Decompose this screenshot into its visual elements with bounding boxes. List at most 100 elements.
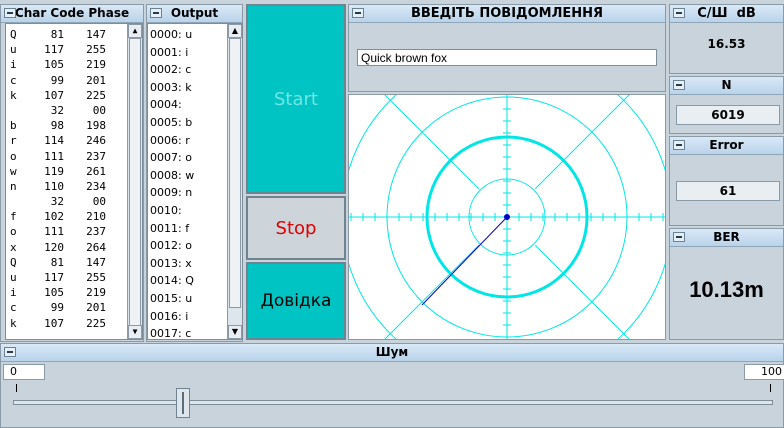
code-cell: 114 [44,134,64,148]
collapse-icon[interactable] [673,80,685,90]
char-code-row[interactable]: r 114 246 [10,133,126,148]
char-code-row[interactable]: i 105 219 [10,57,126,72]
collapse-icon[interactable] [4,347,16,357]
help-button[interactable]: Довідка [246,262,346,340]
scroll-thumb[interactable] [229,38,241,308]
output-row[interactable]: 0016: i [150,308,226,326]
char-code-row[interactable]: k 107 225 [10,88,126,103]
output-row[interactable]: 0004: [150,96,226,114]
char-code-row[interactable]: 32 00 [10,194,126,209]
char-code-row[interactable]: f 102 210 [10,209,126,224]
char-code-row[interactable]: 32 00 [10,103,126,118]
output-row[interactable]: 0000: u [150,26,226,44]
output-row[interactable]: 0017: c [150,325,226,339]
collapse-icon[interactable] [673,140,685,150]
message-panel: ВВЕДІТЬ ПОВІДОМЛЕННЯ [348,4,666,92]
char-cell: n [10,179,17,193]
phase-cell: 246 [86,134,106,148]
noise-title-bar: Шум [1,344,783,362]
char-cell: i [10,286,17,300]
noise-min-field[interactable]: 0 [3,364,45,380]
char-cell: u [10,43,17,57]
phase-cell: 237 [86,225,106,239]
phase-cell: 255 [86,271,106,284]
collapse-icon[interactable] [352,8,364,18]
char-code-row[interactable]: Q 81 147 [10,27,126,42]
noise-title: Шум [375,345,409,359]
phase-cell: 201 [86,73,106,87]
char-code-row[interactable]: k 107 225 [10,316,126,331]
output-row[interactable]: 0015: u [150,290,226,308]
n-title: N [721,78,732,92]
noise-slider-thumb[interactable] [175,388,190,418]
scroll-down-icon[interactable]: ▼ [128,325,142,339]
char-cell: w [10,164,17,178]
char-cell: i [10,58,17,72]
phase-cell: 00 [92,195,106,209]
snr-title: С/Ш dB [697,6,756,21]
char-code-row[interactable]: u 117 255 [10,42,126,57]
phase-cell: 201 [86,301,106,315]
phase-cell: 00 [92,103,106,117]
char-code-row[interactable]: Q 81 147 [10,255,126,270]
noise-max-value: 100 [761,365,782,378]
output-row[interactable]: 0009: n [150,184,226,202]
noise-slider-track[interactable] [13,400,773,405]
char-code-list[interactable]: Q 81 147 u 117 255 i 105 219 c 99 201 k 107 225 32 00 b 98… [5,23,143,340]
output-row[interactable]: 0007: o [150,149,226,167]
output-list[interactable]: 0000: u 0001: i 0002: c 0003: k 0004: 0005: b… [147,23,243,340]
scroll-up-icon[interactable]: ▲ [128,24,142,38]
phase-cell: 225 [86,88,106,102]
char-code-row[interactable]: n 110 234 [10,179,126,194]
start-button[interactable]: Start [246,4,346,194]
output-row[interactable]: 0005: b [150,114,226,132]
output-row[interactable]: 0014: Q [150,272,226,290]
output-scrollbar[interactable]: ▲ ▼ [227,24,242,339]
char-code-title-bar: Char Code Phase [1,5,143,23]
output-row[interactable]: 0012: o [150,237,226,255]
output-row[interactable]: 0008: w [150,167,226,185]
char-code-title: Char Code Phase [14,6,130,20]
char-code-row[interactable]: i 105 219 [10,285,126,300]
phase-cell: 237 [86,149,106,163]
output-row[interactable]: 0011: f [150,220,226,238]
char-code-row[interactable]: b 98 198 [10,118,126,133]
char-cell: c [10,301,17,315]
output-row[interactable]: 0006: r [150,132,226,150]
noise-min-value: 0 [10,365,17,378]
noise-max-field[interactable]: 100 [744,364,784,380]
code-cell: 32 [50,103,64,117]
phase-cell: 147 [86,28,106,41]
output-row[interactable]: 0003: k [150,79,226,97]
char-code-row[interactable]: c 99 201 [10,300,126,315]
char-code-scrollbar[interactable]: ▲ ▼ [127,24,142,339]
char-code-row[interactable]: u 117 255 [10,270,126,285]
phase-cell: 261 [86,164,106,178]
message-input[interactable] [357,49,657,66]
char-cell: k [10,316,17,330]
char-code-row[interactable]: x 120 264 [10,240,126,255]
ber-title: BER [713,230,740,244]
output-row[interactable]: 0010: [150,202,226,220]
char-code-row[interactable]: w 119 261 [10,164,126,179]
output-row[interactable]: 0013: x [150,255,226,273]
char-cell: r [10,134,17,148]
scroll-up-icon[interactable]: ▲ [228,24,242,38]
collapse-icon[interactable] [150,8,162,18]
char-cell: c [10,73,17,87]
char-code-panel: Char Code Phase Q 81 147 u 117 255 i 105 219 c 99 2… [0,4,144,342]
scroll-thumb[interactable] [129,38,141,339]
char-code-row[interactable]: o 111 237 [10,149,126,164]
output-row[interactable]: 0002: c [150,61,226,79]
collapse-icon[interactable] [673,8,685,18]
collapse-icon[interactable] [4,8,16,18]
scroll-down-icon[interactable]: ▼ [228,325,242,339]
char-code-row[interactable]: c 99 201 [10,73,126,88]
code-cell: 117 [44,43,64,57]
output-row[interactable]: 0001: i [150,44,226,62]
code-cell: 120 [44,240,64,254]
phase-vector-origin [504,214,510,220]
stop-button[interactable]: Stop [246,196,346,260]
collapse-icon[interactable] [673,232,685,242]
char-code-row[interactable]: o 111 237 [10,224,126,239]
